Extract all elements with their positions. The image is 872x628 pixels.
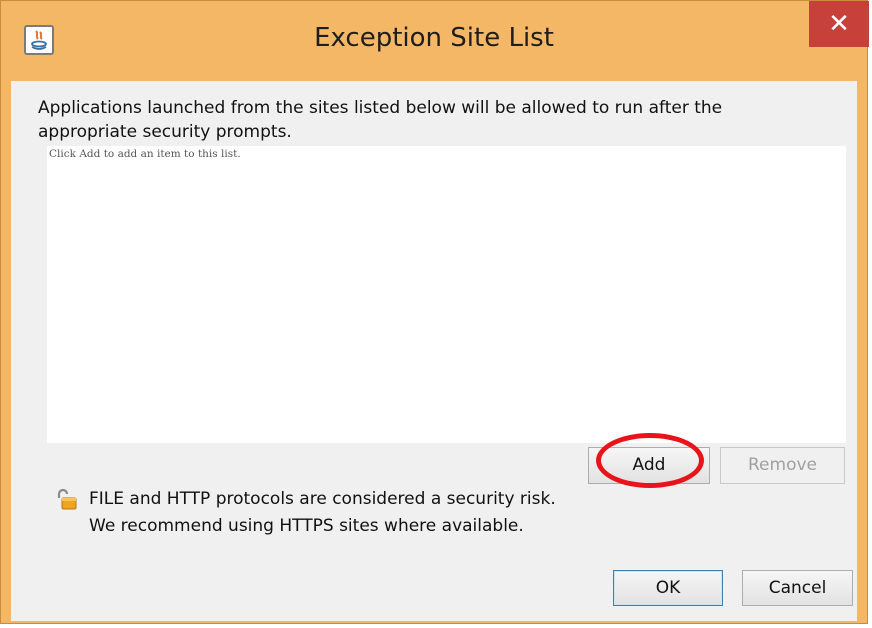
site-list-empty-hint: Click Add to add an item to this list. (49, 148, 241, 160)
intro-line-2: appropriate security prompts. (38, 122, 292, 142)
cancel-button[interactable]: Cancel (742, 570, 853, 606)
add-button-highlight-circle (596, 433, 704, 488)
warning-line-1: FILE and HTTP protocols are considered a… (89, 489, 556, 509)
security-warning: FILE and HTTP protocols are considered a… (89, 486, 556, 540)
site-list[interactable]: Click Add to add an item to this list. (47, 146, 846, 443)
close-button[interactable]: ✕ (809, 1, 869, 47)
intro-text: Applications launched from the sites lis… (38, 96, 828, 144)
dialog-title: Exception Site List (314, 23, 554, 53)
warning-line-2: We recommend using HTTPS sites where ava… (89, 516, 524, 536)
unlocked-padlock-icon (54, 487, 80, 511)
intro-line-1: Applications launched from the sites lis… (38, 98, 723, 118)
ok-button[interactable]: OK (613, 570, 723, 606)
remove-button[interactable]: Remove (720, 447, 845, 484)
title-bar[interactable]: Exception Site List ✕ (1, 1, 869, 81)
